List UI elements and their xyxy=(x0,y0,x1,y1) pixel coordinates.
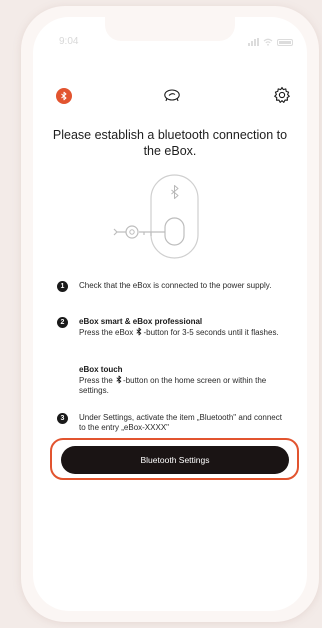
ebox-key-illustration xyxy=(113,174,199,259)
signal-icon xyxy=(248,38,259,46)
step-text-before: Press the eBox xyxy=(79,328,136,337)
app-header xyxy=(33,85,307,109)
ebox-logo-icon xyxy=(164,89,180,102)
step-text: Check that the eBox is connected to the … xyxy=(79,281,272,290)
bluetooth-settings-button[interactable]: Bluetooth Settings xyxy=(61,446,289,474)
status-icons xyxy=(248,37,293,47)
step-2-touch: eBox touch Press the -button on the home… xyxy=(57,365,289,396)
step-1: 1 Check that the eBox is connected to th… xyxy=(57,281,289,292)
step-2: 2 eBox smart & eBox professional Press t… xyxy=(57,317,289,338)
bluetooth-icon xyxy=(116,375,122,384)
step-heading: eBox smart & eBox professional xyxy=(79,317,203,326)
notch xyxy=(105,17,235,41)
battery-icon xyxy=(277,38,293,46)
step-heading: eBox touch xyxy=(79,365,123,374)
step-number: 2 xyxy=(57,317,68,328)
bluetooth-status-badge[interactable] xyxy=(56,88,72,104)
ebox-illustration xyxy=(33,173,307,263)
step-text: Under Settings, activate the item „Bluet… xyxy=(79,413,282,432)
bluetooth-icon xyxy=(61,91,67,101)
step-text-after: -button for 3-5 seconds until it flashes… xyxy=(143,328,279,337)
step-3: 3 Under Settings, activate the item „Blu… xyxy=(57,413,289,433)
step-number: 3 xyxy=(57,413,68,424)
wifi-icon xyxy=(263,38,273,46)
status-time: 9:04 xyxy=(59,36,79,47)
step-text-before: Press the xyxy=(79,376,116,385)
gear-icon[interactable] xyxy=(273,86,291,104)
step-text: Press the -button on the home screen or … xyxy=(79,375,289,396)
page-title: Please establish a bluetooth connection … xyxy=(52,128,288,158)
step-number: 1 xyxy=(57,281,68,292)
app-screen: 9:04 Please establish a bluetooth connec… xyxy=(33,17,307,611)
status-bar: 9:04 xyxy=(33,17,307,57)
step-text: Press the eBox -button for 3-5 seconds u… xyxy=(79,327,289,338)
